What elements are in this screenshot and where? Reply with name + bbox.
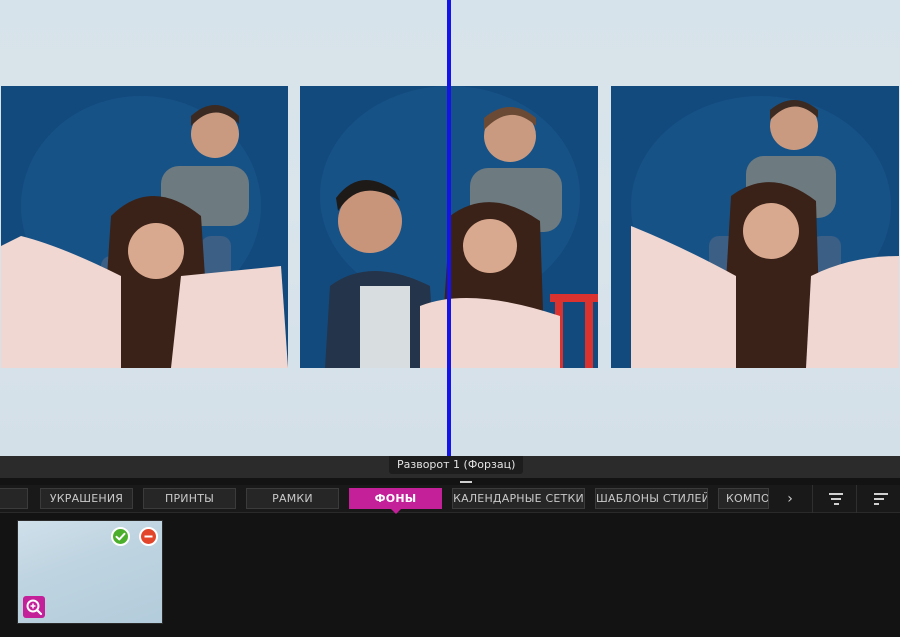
photobook-editor: Разворот 1 (Форзац) УКРАШЕНИЯ ПРИНТЫ РАМ… xyxy=(0,0,900,637)
resize-handle[interactable] xyxy=(460,481,472,483)
check-circle-icon[interactable] xyxy=(111,527,130,546)
sort-icon[interactable] xyxy=(867,488,895,510)
divider xyxy=(856,485,857,513)
tab-backgrounds[interactable]: ФОНЫ xyxy=(349,488,442,509)
tab-decorations[interactable]: УКРАШЕНИЯ xyxy=(40,488,133,509)
tab-style-templates[interactable]: ШАБЛОНЫ СТИЛЕЙ xyxy=(595,488,708,509)
filter-icon[interactable] xyxy=(822,488,850,510)
tab-prints[interactable]: ПРИНТЫ xyxy=(143,488,236,509)
tab-compositions[interactable]: КОМПО xyxy=(718,488,769,509)
spread-label: Разворот 1 (Форзац) xyxy=(389,456,524,474)
chevron-right-icon[interactable]: › xyxy=(776,488,804,510)
tab-frames[interactable]: РАМКИ xyxy=(246,488,339,509)
divider xyxy=(812,485,813,513)
zoom-in-icon[interactable] xyxy=(23,596,45,618)
page-fold-line xyxy=(447,0,451,456)
tab-calendar-grids[interactable]: КАЛЕНДАРНЫЕ СЕТКИ xyxy=(452,488,585,509)
minus-circle-icon[interactable] xyxy=(139,527,158,546)
family-photo-3[interactable] xyxy=(611,86,899,368)
spread-canvas[interactable] xyxy=(0,0,900,456)
family-photo-1[interactable] xyxy=(1,86,288,368)
tab-scrolled-off[interactable] xyxy=(0,488,28,509)
